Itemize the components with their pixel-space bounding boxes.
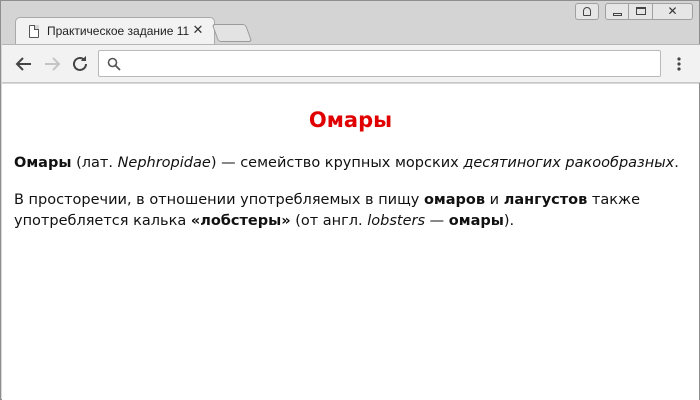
user-icon[interactable] — [575, 3, 599, 20]
text: ). — [503, 213, 515, 229]
reload-icon[interactable] — [68, 52, 92, 76]
menu-icon[interactable] — [672, 52, 686, 76]
text: . — [674, 155, 679, 171]
paragraph-usage: В просторечии, в отношении употребляемых… — [14, 190, 687, 232]
text: В просторечии, в отношении употребляемых… — [14, 192, 424, 208]
text: ) — семейство крупных морских — [210, 155, 464, 171]
back-arrow-icon[interactable] — [12, 52, 36, 76]
search-icon — [107, 57, 121, 71]
minimize-button[interactable] — [605, 3, 629, 20]
text: (от англ. — [290, 213, 368, 229]
maximize-button[interactable] — [629, 3, 653, 20]
term-omarov: омаров — [423, 192, 486, 208]
term-omary: Омары — [14, 155, 72, 171]
term-omary-2: омары — [448, 213, 504, 229]
toolbar — [2, 44, 700, 83]
tab-strip: Практическое задание 11 ✕ ✕ — [1, 1, 699, 45]
page-icon — [29, 24, 39, 38]
tab-title: Практическое задание 11 — [47, 24, 190, 38]
page-content: Омары Омары (лат. Nephropidae) — семейст… — [2, 84, 699, 400]
text: и — [485, 192, 504, 208]
forward-arrow-icon[interactable] — [40, 52, 64, 76]
new-tab-button[interactable] — [211, 24, 253, 42]
term-langustov: лангустов — [503, 192, 588, 208]
address-bar[interactable] — [98, 50, 661, 77]
browser-window: Практическое задание 11 ✕ ✕ Омары Омары … — [0, 0, 700, 400]
text: — — [425, 213, 449, 229]
paragraph-definition: Омары (лат. Nephropidae) — семейство кру… — [14, 153, 687, 174]
close-icon[interactable]: ✕ — [191, 24, 205, 38]
english-term: lobsters — [367, 213, 426, 229]
active-tab-content[interactable]: Практическое задание 11 ✕ — [15, 17, 215, 45]
term-decapods: десятиногих ракообразных — [463, 155, 675, 171]
text: (лат. — [71, 155, 118, 171]
latin-name: Nephropidae — [117, 155, 211, 171]
page-title: Омары — [308, 108, 393, 132]
term-lobstery: «лобстеры» — [190, 213, 291, 229]
window-close-button[interactable]: ✕ — [653, 3, 693, 20]
